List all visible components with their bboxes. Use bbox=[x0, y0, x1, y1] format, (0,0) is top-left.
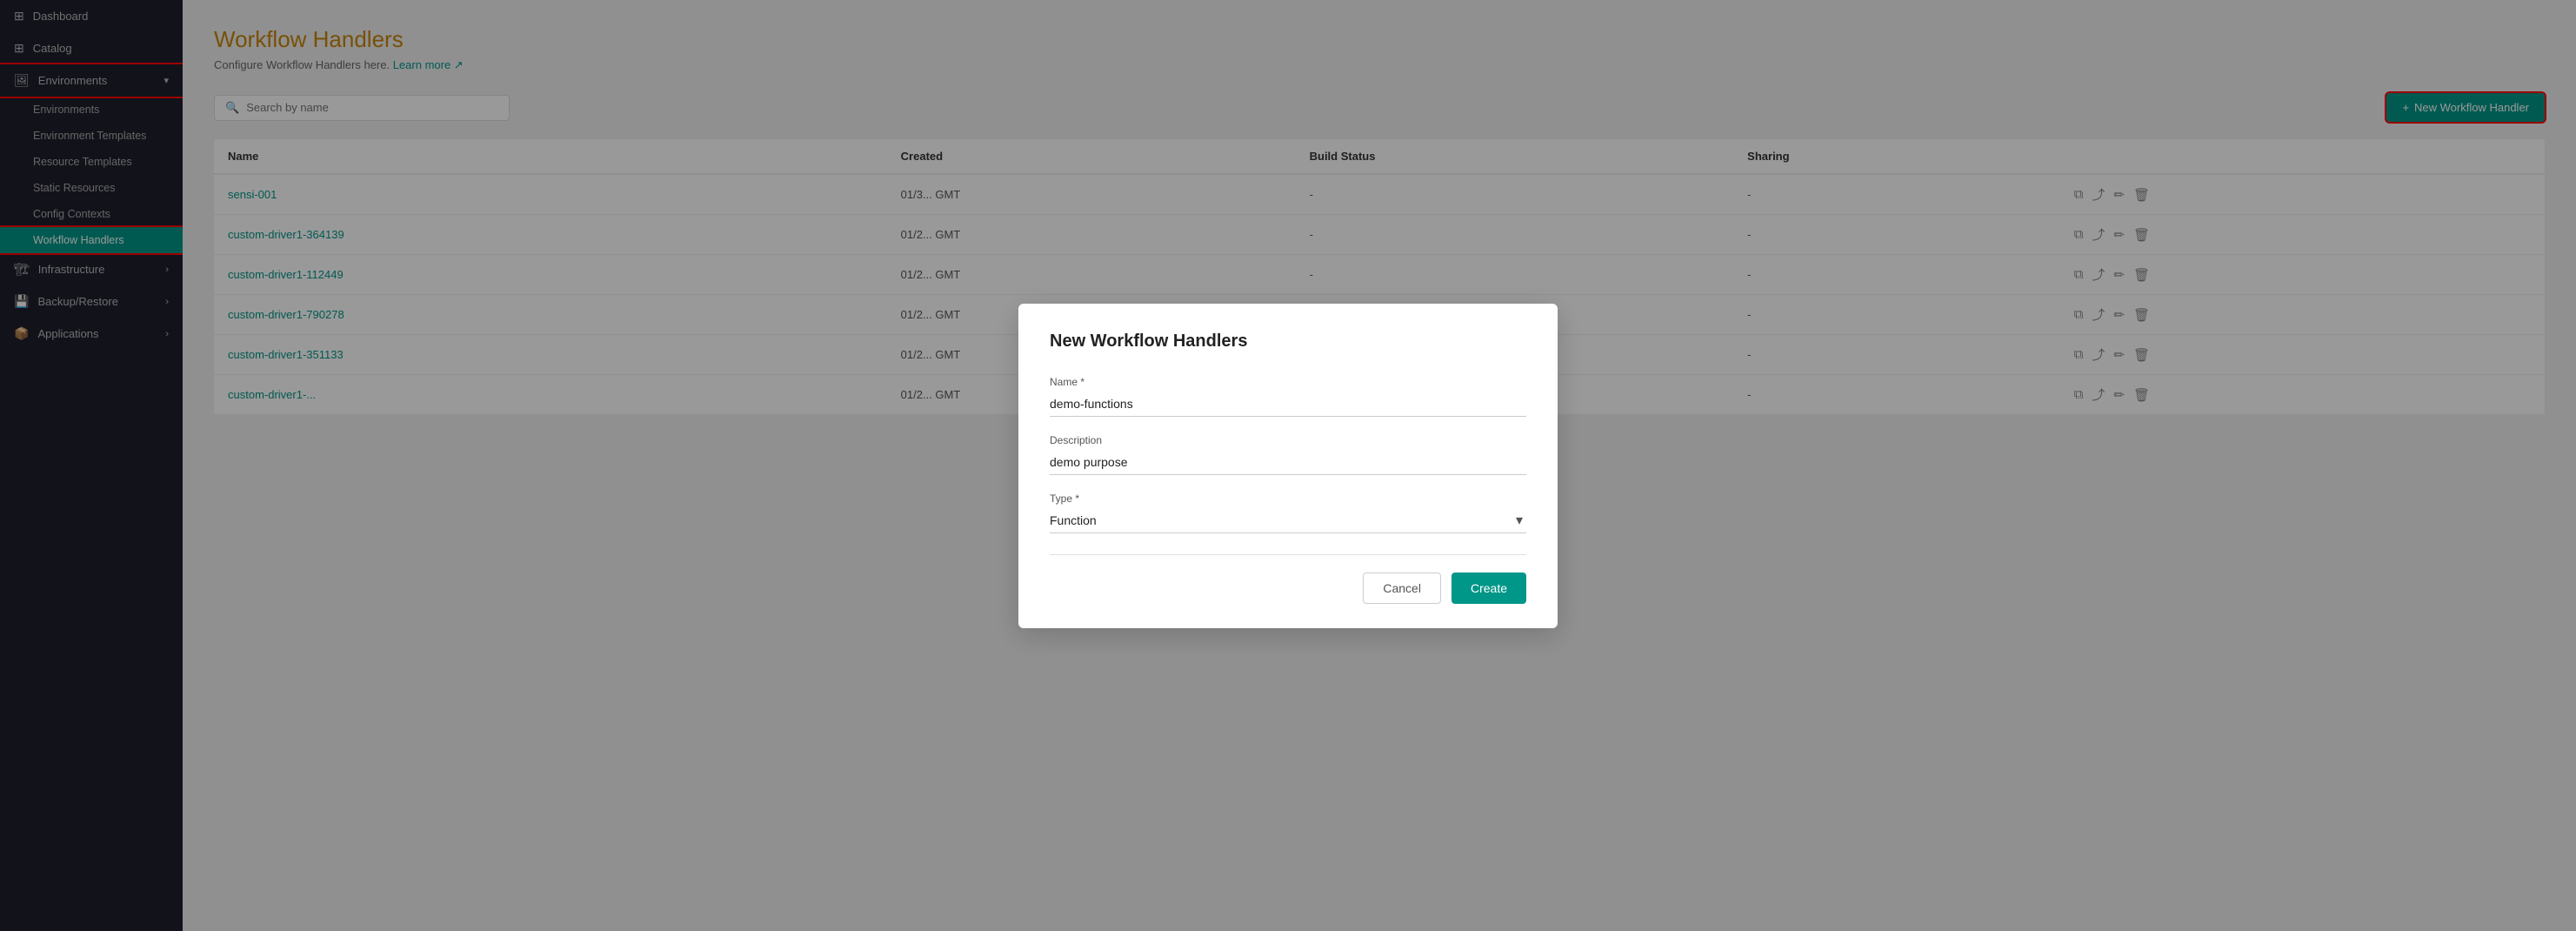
modal-divider bbox=[1050, 554, 1526, 555]
name-label: Name * bbox=[1050, 376, 1526, 388]
modal-actions: Cancel Create bbox=[1050, 573, 1526, 604]
name-field-group: Name * bbox=[1050, 376, 1526, 417]
cancel-button[interactable]: Cancel bbox=[1363, 573, 1441, 604]
create-button[interactable]: Create bbox=[1452, 573, 1526, 604]
type-field-group: Type * Function Container Script ▾ bbox=[1050, 492, 1526, 533]
type-select-wrapper: Function Container Script ▾ bbox=[1050, 508, 1526, 533]
description-field-group: Description bbox=[1050, 434, 1526, 475]
new-workflow-modal: New Workflow Handlers Name * Description… bbox=[1018, 304, 1558, 628]
type-select[interactable]: Function Container Script bbox=[1050, 508, 1526, 533]
description-label: Description bbox=[1050, 434, 1526, 446]
modal-title: New Workflow Handlers bbox=[1050, 332, 1526, 352]
modal-overlay[interactable]: New Workflow Handlers Name * Description… bbox=[0, 0, 2576, 931]
name-input[interactable] bbox=[1050, 392, 1526, 417]
type-label: Type * bbox=[1050, 492, 1526, 505]
description-input[interactable] bbox=[1050, 450, 1526, 475]
